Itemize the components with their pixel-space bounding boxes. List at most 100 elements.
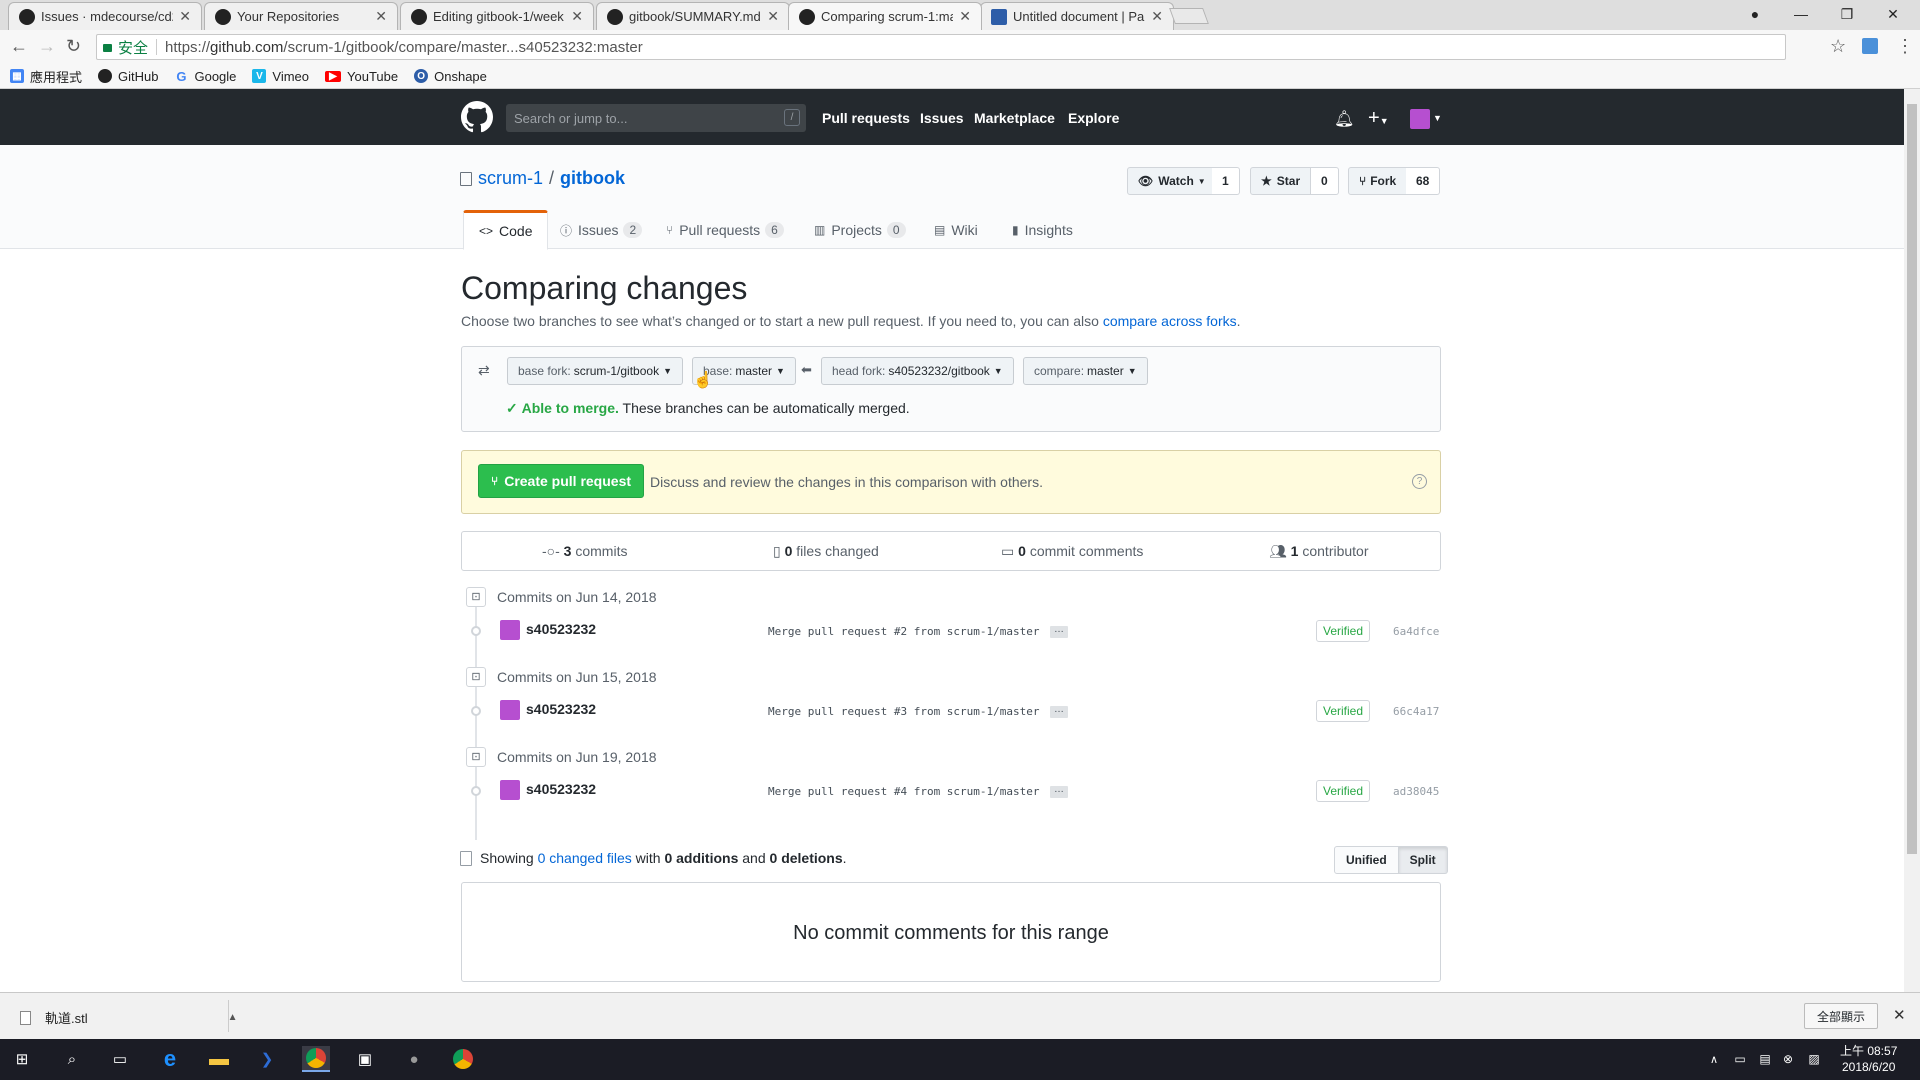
- close-icon[interactable]: ✕: [375, 8, 387, 25]
- download-item[interactable]: 軌道.stl ▲: [20, 1008, 238, 1027]
- fork-count[interactable]: 68: [1406, 167, 1441, 195]
- commit-author[interactable]: s40523232: [526, 701, 596, 717]
- chevron-up-icon[interactable]: ∧: [1700, 1046, 1728, 1072]
- nav-marketplace[interactable]: Marketplace: [974, 110, 1055, 126]
- commit-expand-button[interactable]: …: [1050, 625, 1068, 638]
- bookmark-vimeo[interactable]: V Vimeo: [252, 69, 309, 84]
- avatar[interactable]: [500, 620, 520, 640]
- close-icon[interactable]: ✕: [179, 8, 191, 25]
- avatar[interactable]: [500, 780, 520, 800]
- task-view-icon[interactable]: ▭: [106, 1046, 134, 1072]
- summary-commits[interactable]: -○- 3 commits: [542, 543, 627, 559]
- back-icon[interactable]: ←: [10, 36, 28, 57]
- tab-wiki[interactable]: ▤ Wiki: [919, 210, 993, 250]
- edge-icon[interactable]: e: [156, 1046, 184, 1072]
- close-icon[interactable]: ✕: [571, 8, 583, 25]
- verified-badge[interactable]: Verified: [1316, 780, 1371, 802]
- tab-issues[interactable]: ⓘ Issues 2: [545, 210, 657, 250]
- commit-sha[interactable]: 6a4dfce: [1393, 625, 1439, 638]
- unified-button[interactable]: Unified: [1334, 846, 1399, 874]
- forward-icon[interactable]: →: [38, 36, 56, 57]
- changed-files-link[interactable]: 0 changed files: [538, 850, 632, 866]
- scrollbar-thumb[interactable]: [1907, 104, 1917, 854]
- powershell-icon[interactable]: ❯: [253, 1046, 281, 1072]
- commit-message[interactable]: Merge pull request #2 from scrum-1/maste…: [768, 625, 1040, 638]
- split-button[interactable]: Split: [1398, 846, 1448, 874]
- commit-author[interactable]: s40523232: [526, 781, 596, 797]
- watch-count[interactable]: 1: [1212, 167, 1240, 195]
- extension-icon[interactable]: [1862, 38, 1878, 54]
- create-pull-request-button[interactable]: ⑂ Create pull request: [478, 464, 645, 498]
- browser-tab[interactable]: Your Repositories ✕: [204, 2, 398, 30]
- close-icon[interactable]: ✕: [959, 8, 971, 25]
- chevron-up-icon[interactable]: ▲: [228, 1012, 238, 1023]
- bookmark-onshape[interactable]: O Onshape: [414, 69, 487, 84]
- search-icon[interactable]: ⌕: [58, 1046, 86, 1072]
- browser-tab[interactable]: Editing gitbook-1/week ✕: [400, 2, 594, 30]
- help-icon[interactable]: ?: [1412, 474, 1427, 489]
- profile-icon[interactable]: ●: [1732, 0, 1778, 28]
- commit-expand-button[interactable]: …: [1050, 785, 1068, 798]
- file-explorer-icon[interactable]: ▬: [205, 1046, 233, 1072]
- commit-message[interactable]: Merge pull request #3 from scrum-1/maste…: [768, 705, 1040, 718]
- chrome-canary-icon[interactable]: [449, 1046, 477, 1072]
- commit-expand-button[interactable]: …: [1050, 705, 1068, 718]
- summary-files[interactable]: ▯ 0 files changed: [773, 543, 879, 560]
- commit-author[interactable]: s40523232: [526, 621, 596, 637]
- volume-icon[interactable]: ⊗: [1774, 1046, 1802, 1072]
- star-button[interactable]: ★ Star: [1250, 167, 1312, 195]
- star-count[interactable]: 0: [1311, 167, 1339, 195]
- bookmark-google[interactable]: G Google: [174, 69, 236, 84]
- windows-start-icon[interactable]: ⊞: [8, 1046, 36, 1072]
- avatar[interactable]: [500, 700, 520, 720]
- search-input[interactable]: Search or jump to... /: [506, 104, 806, 132]
- close-icon[interactable]: ✕: [1893, 1006, 1906, 1024]
- show-all-downloads-button[interactable]: 全部顯示: [1804, 1003, 1879, 1029]
- compare-across-forks-link[interactable]: compare across forks: [1103, 313, 1237, 329]
- menu-icon[interactable]: ⋮: [1896, 36, 1914, 57]
- avatar[interactable]: [1410, 109, 1430, 129]
- system-clock[interactable]: 上午 08:57 2018/6/20: [1840, 1043, 1897, 1075]
- reload-icon[interactable]: ↻: [66, 36, 81, 57]
- window-close-button[interactable]: ✕: [1870, 0, 1916, 28]
- tab-pull-requests[interactable]: ⑂ Pull requests 6: [651, 210, 799, 250]
- ime-icon[interactable]: ▨: [1800, 1046, 1828, 1072]
- summary-comments[interactable]: ▭ 0 commit comments: [1001, 543, 1143, 560]
- verified-badge[interactable]: Verified: [1316, 620, 1371, 642]
- nav-pull-requests[interactable]: Pull requests: [822, 110, 910, 126]
- compare-branch-select[interactable]: compare: master ▼: [1023, 357, 1148, 385]
- terminal-icon[interactable]: ▣: [351, 1046, 379, 1072]
- browser-tab-active[interactable]: Comparing scrum-1:ma ✕: [788, 2, 982, 30]
- commit-sha[interactable]: ad38045: [1393, 785, 1439, 798]
- tab-code[interactable]: <> Code: [463, 210, 549, 250]
- repo-name-link[interactable]: gitbook: [560, 168, 625, 189]
- address-bar[interactable]: 安全 https://github.com/scrum-1/gitbook/co…: [96, 34, 1786, 60]
- commit-message[interactable]: Merge pull request #4 from scrum-1/maste…: [768, 785, 1040, 798]
- bookmark-youtube[interactable]: ▶ YouTube: [325, 69, 398, 84]
- close-icon[interactable]: ✕: [1151, 8, 1163, 25]
- browser-tab[interactable]: Issues · mdecourse/cd2 ✕: [8, 2, 202, 30]
- tab-projects[interactable]: ▥ Projects 0: [799, 210, 921, 250]
- close-icon[interactable]: ✕: [767, 8, 779, 25]
- fork-button[interactable]: ⑂ Fork: [1348, 167, 1408, 195]
- bookmark-apps[interactable]: ▦ 應用程式: [10, 67, 82, 86]
- app-icon[interactable]: ●: [400, 1046, 428, 1072]
- bookmark-github[interactable]: GitHub: [98, 69, 158, 84]
- new-tab-button[interactable]: [1169, 8, 1209, 24]
- network-icon[interactable]: ▭: [1726, 1046, 1754, 1072]
- restore-button[interactable]: ❐: [1824, 0, 1870, 28]
- bell-icon[interactable]: 🔔︎: [1334, 109, 1354, 129]
- github-logo-icon[interactable]: [461, 101, 493, 133]
- verified-badge[interactable]: Verified: [1316, 700, 1371, 722]
- watch-button[interactable]: 👁︎ Watch ▼: [1127, 167, 1217, 195]
- head-fork-select[interactable]: head fork: s40523232/gitbook ▼: [821, 357, 1014, 385]
- bookmark-star-icon[interactable]: ☆: [1830, 36, 1846, 57]
- repo-owner-link[interactable]: scrum-1: [478, 168, 543, 189]
- nav-explore[interactable]: Explore: [1068, 110, 1119, 126]
- commit-sha[interactable]: 66c4a17: [1393, 705, 1439, 718]
- tab-insights[interactable]: ▮ Insights: [997, 210, 1088, 250]
- minimize-button[interactable]: —: [1778, 0, 1824, 28]
- base-fork-select[interactable]: base fork: scrum-1/gitbook ▼: [507, 357, 683, 385]
- browser-tab[interactable]: Untitled document | Pa ✕: [980, 2, 1174, 30]
- chrome-icon[interactable]: [302, 1046, 330, 1072]
